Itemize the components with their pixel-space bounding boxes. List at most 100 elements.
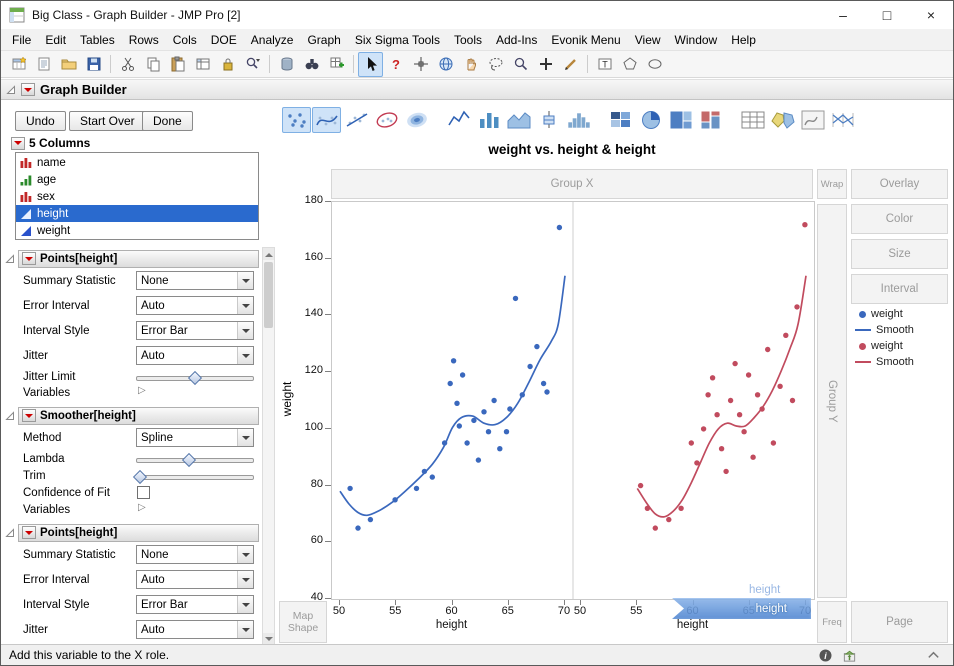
add-grid-icon[interactable] [324,52,349,77]
plus-icon[interactable] [533,52,558,77]
copy-icon[interactable] [140,52,165,77]
heatmap-icon[interactable] [606,107,635,133]
info-icon[interactable]: i [818,648,833,663]
slider-thumb[interactable] [132,469,147,485]
done-button[interactable]: Done [142,111,193,131]
data-point[interactable] [750,454,756,460]
copy-table-icon[interactable] [190,52,215,77]
globe-icon[interactable] [433,52,458,77]
open-icon[interactable] [56,52,81,77]
legend-item[interactable]: weight [855,306,914,322]
data-point[interactable] [367,516,374,523]
column-item-name[interactable]: name [16,154,258,171]
start-over-button[interactable]: Start Over [69,111,146,131]
data-point[interactable] [802,222,808,228]
data-point[interactable] [688,440,694,446]
data-point[interactable] [481,409,487,415]
smoother-icon[interactable] [312,107,341,133]
red-triangle-menu-icon[interactable] [22,252,36,265]
textbox-icon[interactable]: T [592,52,617,77]
data-point[interactable] [765,346,771,353]
lasso-icon[interactable] [483,52,508,77]
disclosure-right-icon[interactable]: ▷ [138,385,146,396]
data-point[interactable] [727,397,734,404]
binoculars-icon[interactable] [299,52,324,77]
data-point[interactable] [475,457,482,463]
jitter-dropdown[interactable]: Auto [136,620,254,639]
maximize-button[interactable]: □ [865,1,909,29]
pie-icon[interactable] [636,107,665,133]
error-interval-dropdown[interactable]: Auto [136,296,254,315]
data-point[interactable] [705,392,711,398]
legend-item[interactable]: Smooth [855,354,914,370]
data-point[interactable] [534,343,540,350]
column-item-weight[interactable]: weight [16,222,258,239]
data-point[interactable] [652,525,658,531]
histogram-icon[interactable] [564,107,593,133]
size-drop-zone[interactable]: Size [851,239,948,269]
chevron-up-icon[interactable] [926,648,941,663]
menu-tables[interactable]: Tables [73,31,122,49]
lambda-slider[interactable] [136,452,254,468]
points-icon[interactable] [282,107,311,133]
data-point[interactable] [450,358,457,364]
jitter-limit-slider[interactable] [136,370,254,386]
color-drop-zone[interactable]: Color [851,204,948,234]
arrow-cursor-icon[interactable] [358,51,383,77]
cut-icon[interactable] [115,52,140,77]
panel-header[interactable]: Points[height] [18,249,259,268]
data-point[interactable] [794,304,800,310]
pencil-icon[interactable] [558,52,583,77]
bar-icon[interactable] [474,107,503,133]
data-point[interactable] [736,412,743,418]
undo-button[interactable]: Undo [15,111,66,131]
data-point[interactable] [413,485,420,492]
data-point[interactable] [497,446,503,452]
new-data-table-icon[interactable] [6,52,31,77]
data-point[interactable] [491,397,497,404]
plot-area[interactable] [331,201,815,600]
data-point[interactable] [777,383,783,389]
data-point[interactable] [783,332,789,338]
disclosure-triangle-icon[interactable] [6,84,16,95]
help-icon[interactable]: ? [383,52,408,77]
area-icon[interactable] [504,107,533,133]
database-icon[interactable] [274,52,299,77]
polygon-icon[interactable] [617,52,642,77]
interval-style-dropdown[interactable]: Error Bar [136,321,254,340]
menu-add-ins[interactable]: Add-Ins [489,31,544,49]
smooth-curve[interactable] [636,275,807,518]
disclosure-right-icon[interactable]: ▷ [138,502,146,513]
red-triangle-menu-icon[interactable] [21,83,35,96]
slider-thumb[interactable] [182,452,197,468]
data-point[interactable] [666,516,672,523]
parallel-icon[interactable] [828,107,857,133]
oval-icon[interactable] [642,52,667,77]
menu-help[interactable]: Help [724,31,763,49]
data-point[interactable] [678,505,684,511]
counts-table-icon[interactable] [738,107,767,133]
column-item-height[interactable]: height [16,205,258,222]
column-item-sex[interactable]: sex [16,188,258,205]
data-point[interactable] [459,372,466,378]
panel-header[interactable]: Points[height] [18,523,259,542]
disclosure-triangle-icon[interactable] [5,527,15,538]
menu-window[interactable]: Window [668,31,725,49]
formula-icon[interactable] [798,107,827,133]
data-point[interactable] [355,525,361,531]
group-y-drop-zone[interactable]: Group Y [817,204,847,598]
interval-drop-zone[interactable]: Interval [851,274,948,304]
disclosure-triangle-icon[interactable] [5,253,15,264]
height-drag-flag[interactable]: height [672,598,811,619]
data-point[interactable] [789,397,796,404]
method-dropdown[interactable]: Spline [136,428,254,447]
data-point[interactable] [512,295,519,302]
columns-outline-header[interactable]: 5 Columns [11,136,90,150]
magnifier-icon[interactable] [508,52,533,77]
error-interval-dropdown[interactable]: Auto [136,570,254,589]
slider-thumb[interactable] [187,370,203,386]
legend-item[interactable]: Smooth [855,322,914,338]
summary-statistic-dropdown[interactable]: None [136,271,254,290]
map-shape-drop-zone[interactable]: Map Shape [279,601,327,643]
overlay-drop-zone[interactable]: Overlay [851,169,948,199]
